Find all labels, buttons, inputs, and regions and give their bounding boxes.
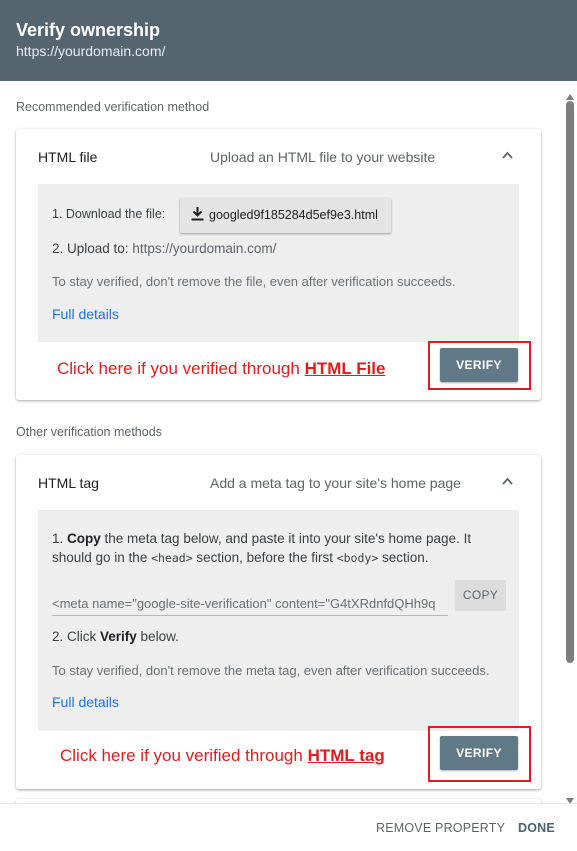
verify-step-text-a: 2. Click: [52, 629, 101, 644]
copy-step-line1: 1. Copy the meta tag below, and paste it…: [52, 531, 472, 546]
html-tag-instructions: 1. Copy the meta tag below, and paste it…: [38, 510, 519, 731]
copy-button[interactable]: COPY: [455, 580, 506, 611]
copy-step-line2: should go in the <head> section, before …: [52, 550, 429, 565]
verify-annotation-file: Click here if you verified through HTML …: [57, 359, 386, 379]
verify-annotation-tag: Click here if you verified through HTML …: [60, 746, 385, 766]
html-file-card: HTML file Upload an HTML file to your we…: [16, 129, 541, 400]
html-file-description: Upload an HTML file to your website: [210, 149, 436, 165]
tag-keep-note: To stay verified, don't remove the meta …: [52, 663, 490, 678]
remove-property-button[interactable]: REMOVE PROPERTY: [376, 821, 505, 835]
copy-word: Copy: [67, 531, 101, 546]
scrollbar[interactable]: [562, 81, 577, 804]
download-file-button[interactable]: googled9f185284d5ef9e3.html: [180, 198, 391, 233]
download-icon: [191, 207, 204, 224]
verify-button[interactable]: VERIFY: [440, 348, 518, 382]
other-section-label: Other verification methods: [16, 425, 162, 439]
dialog-footer: REMOVE PROPERTY DONE: [0, 803, 577, 851]
html-tag-title[interactable]: HTML tag: [38, 475, 99, 491]
file-keep-note: To stay verified, don't remove the file,…: [52, 274, 456, 289]
full-details-link[interactable]: Full details: [52, 306, 119, 322]
copy-step-text-c: section, before the first: [192, 550, 337, 565]
chevron-up-icon[interactable]: [502, 151, 513, 161]
annotation-target: HTML File: [304, 359, 386, 378]
verify-button[interactable]: VERIFY: [440, 736, 518, 770]
copy-step-text-d: section.: [378, 550, 429, 565]
annotation-text: Click here if you verified through: [60, 746, 303, 765]
html-file-instructions: 1. Download the file: googled9f185284d5e…: [38, 184, 519, 342]
upload-url: https://yourdomain.com/: [132, 241, 277, 256]
verify-step: 2. Click Verify below.: [52, 629, 179, 644]
upload-step-label: 2. Upload to:: [52, 241, 129, 256]
annotation-target: HTML tag: [307, 746, 385, 765]
dialog-header: Verify ownership https://yourdomain.com/: [0, 0, 577, 81]
recommended-section-label: Recommended verification method: [16, 100, 210, 114]
chevron-up-icon[interactable]: [502, 477, 513, 487]
full-details-link[interactable]: Full details: [52, 694, 119, 710]
meta-tag-field[interactable]: <meta name="google-site-verification" co…: [52, 592, 448, 616]
copy-step-text-b: should go in the: [52, 550, 152, 565]
scrollbar-thumb[interactable]: [566, 101, 574, 663]
upload-step: 2. Upload to: https://yourdomain.com/: [52, 241, 276, 256]
html-file-title[interactable]: HTML file: [38, 149, 97, 165]
body-tag: <body>: [336, 551, 379, 565]
html-tag-description: Add a meta tag to your site's home page: [210, 475, 461, 491]
verify-step-text-b: below.: [136, 629, 179, 644]
dialog-content[interactable]: Recommended verification method HTML fil…: [0, 81, 562, 803]
html-tag-card: HTML tag Add a meta tag to your site's h…: [16, 455, 541, 789]
dialog-title: Verify ownership: [16, 20, 161, 40]
head-tag: <head>: [151, 551, 193, 565]
verify-word: Verify: [100, 629, 137, 644]
annotation-text: Click here if you verified through: [57, 359, 300, 378]
download-step-label: 1. Download the file:: [52, 207, 166, 221]
download-filename: googled9f185284d5ef9e3.html: [209, 208, 378, 222]
property-url: https://yourdomain.com/: [16, 43, 166, 59]
copy-step-text-a: the meta tag below, and paste it into yo…: [100, 531, 472, 546]
done-button[interactable]: DONE: [518, 821, 555, 835]
